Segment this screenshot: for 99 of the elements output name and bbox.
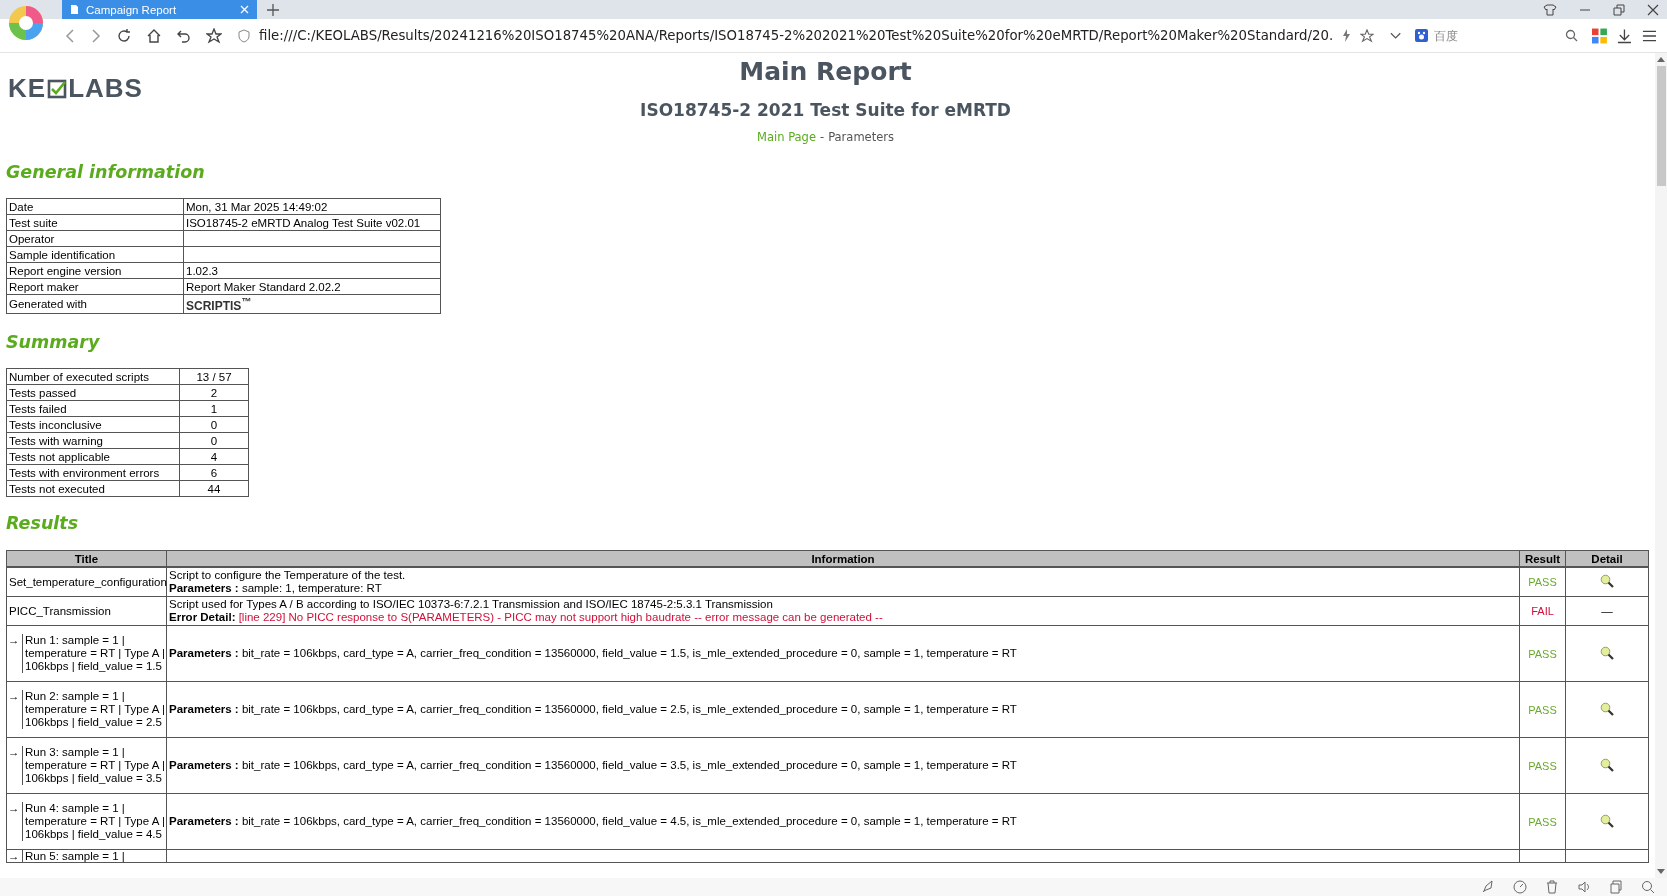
column-header: Detail — [1565, 550, 1649, 567]
table-cell: 2 — [179, 384, 249, 401]
trash-icon[interactable] — [1545, 880, 1559, 894]
table-cell: Tests inconclusive — [6, 416, 180, 433]
menu-icon[interactable] — [1642, 28, 1657, 43]
table-cell: 13 / 57 — [179, 368, 249, 385]
star-icon[interactable] — [1360, 28, 1375, 43]
section-heading: Summary — [6, 332, 101, 354]
speaker-icon[interactable] — [1577, 880, 1591, 894]
report-title: Main Report — [738, 57, 913, 86]
table-cell: 0 — [179, 432, 249, 449]
table-cell: Operator — [6, 230, 184, 247]
info-note: Parameters : bit_rate = 106kbps, card_type = A, carrier_freq_condition = 13560000, field_value = 4.5, is_mle_extended_procedure = 0, sample = 1, temperature = RT — [169, 815, 1018, 828]
table-cell: Tests with environment errors — [6, 464, 180, 481]
reload-icon[interactable] — [116, 27, 132, 44]
star-icon[interactable] — [206, 27, 222, 44]
table-cell: PICC_Transmission — [6, 596, 167, 626]
new-tab-icon[interactable] — [267, 3, 279, 16]
magnifier-icon[interactable] — [1600, 813, 1614, 828]
paw-icon — [1415, 29, 1429, 42]
scroll-up-icon[interactable] — [1657, 57, 1665, 62]
table-cell: Report maker — [6, 278, 184, 295]
page-icon — [70, 4, 79, 15]
shield-icon — [238, 28, 250, 43]
magnifier-icon[interactable] — [1600, 757, 1614, 772]
table-cell: 4 — [179, 448, 249, 465]
home-icon[interactable] — [146, 27, 162, 44]
restore-icon[interactable] — [1613, 3, 1625, 16]
table-cell: 0 — [179, 416, 249, 433]
scrollbar-thumb[interactable] — [1656, 66, 1666, 186]
table-cell: 6 — [179, 464, 249, 481]
window-icon[interactable] — [1609, 880, 1623, 894]
script-description: Script used for Types A / B according to ISO/IEC 10373-6:7.2.1 Transmission and ISO/IEC 18745-2:5.3.1 Transmission — [169, 598, 774, 611]
gauge-icon[interactable] — [1513, 880, 1527, 894]
search-icon[interactable] — [1565, 29, 1579, 42]
arrow-glyph: → — [7, 801, 23, 842]
close-icon[interactable] — [1647, 3, 1659, 16]
download-icon[interactable] — [1617, 27, 1633, 44]
table-cell: 1 — [179, 400, 249, 417]
table-cell: Report Maker Standard 2.02.2 — [183, 278, 441, 295]
table-cell: 44 — [179, 480, 249, 497]
table-cell: Tests passed — [6, 384, 180, 401]
info-note: Parameters : bit_rate = 106kbps, card_type = A, carrier_freq_condition = 13560000, field_value = 1.5, is_mle_extended_procedure = 0, sample = 1, temperature = RT — [169, 647, 1018, 660]
table-cell: Sample identification — [6, 246, 184, 263]
lightning-icon[interactable] — [1342, 29, 1352, 42]
keolabs-logo: KE LABS — [8, 73, 143, 104]
run-title: Run 3: sample = 1 | temperature = RT | Type A | 106kbps | field_value = 3.5 — [24, 745, 166, 786]
table-cell: Report engine version — [6, 262, 184, 279]
magnifier-icon[interactable] — [1600, 574, 1614, 588]
scriptis-logo: SCRIPTIS$^{™}$ — [183, 294, 441, 314]
forward-icon[interactable] — [90, 28, 102, 43]
back-icon[interactable] — [64, 28, 76, 43]
arrow-glyph: → — [7, 633, 23, 674]
shirt-icon[interactable] — [1543, 3, 1557, 16]
table-cell: Mon, 31 Mar 2025 14:49:02 — [183, 198, 441, 215]
info-note: Parameters : bit_rate = 106kbps, card_type = A, carrier_freq_condition = 13560000, field_value = 3.5, is_mle_extended_procedure = 0, sample = 1, temperature = RT — [169, 759, 1018, 772]
script-description: Script to configure the Temperature of the test. — [169, 569, 407, 582]
result-status: PASS — [1528, 815, 1557, 828]
column-header: Result — [1519, 550, 1566, 567]
run-title: Run 1: sample = 1 | temperature = RT | Type A | 106kbps | field_value = 1.5 — [24, 633, 166, 674]
table-cell: Tests failed — [6, 400, 180, 417]
column-header: Title — [6, 550, 167, 567]
result-status: PASS — [1528, 647, 1557, 660]
dropdown-icon[interactable] — [1390, 31, 1402, 40]
table-cell: 1.02.3 — [183, 262, 441, 279]
dash-glyph: — — [1601, 605, 1613, 617]
result-status: FAIL — [1531, 605, 1554, 617]
arrow-glyph: → — [7, 745, 23, 786]
result-status: PASS — [1528, 703, 1557, 716]
report-subtitle: ISO18745-2 2021 Test Suite for eMRTD — [639, 100, 1012, 120]
run-title: Run 4: sample = 1 | temperature = RT | Type A | 106kbps | field_value = 4.5 — [24, 801, 166, 842]
result-status: PASS — [1528, 576, 1557, 588]
result-status: PASS — [1528, 759, 1557, 772]
magnifier-icon[interactable] — [1600, 645, 1614, 660]
info-note: Parameters : sample: 1, temperature: RT — [169, 582, 383, 595]
magnifier-icon[interactable] — [1600, 701, 1614, 716]
table-cell: ISO18745-2 eMRTD Analog Test Suite v02.01 — [183, 214, 441, 231]
apps-icon[interactable] — [1592, 27, 1608, 44]
arrow-glyph: → — [7, 689, 23, 730]
address-field[interactable]: file:///C:/KEOLABS/Results/20241216%20ISO18745%20ANA/Reports/ISO18745-2%202021%20Test%20Suite%20for%20eMRTD/Report%20Maker%20Standard/20. — [232, 23, 1381, 48]
table-cell: Tests not applicable — [6, 448, 180, 465]
info-note: Error Detail: [line 229] No PICC response to S(PARAMETERS) - PICC may not support high baudrate -- error message can be generated -- — [169, 611, 884, 624]
table-cell: Generated with — [6, 294, 184, 314]
table-cell: Test suite — [6, 214, 184, 231]
table-cell: Date — [6, 198, 184, 215]
arrow-glyph: → — [7, 850, 23, 862]
run-title: Run 2: sample = 1 | temperature = RT | Type A | 106kbps | field_value = 2.5 — [24, 689, 166, 730]
table-cell: Tests with warning — [6, 432, 180, 449]
search-icon[interactable] — [1641, 880, 1655, 894]
section-heading: Results — [6, 513, 80, 535]
parameters-link[interactable]: Parameters — [828, 130, 894, 144]
table-cell: Tests not executed — [6, 480, 180, 497]
column-header: Information — [166, 550, 1520, 567]
link-separator: - — [820, 130, 825, 144]
scroll-down-icon[interactable] — [1657, 869, 1665, 874]
run-title: Run 5: sample = 1 | — [24, 850, 125, 862]
info-note: Parameters : bit_rate = 106kbps, card_type = A, carrier_freq_condition = 13560000, field_value = 2.5, is_mle_extended_procedure = 0, sample = 1, temperature = RT — [169, 703, 1018, 716]
section-heading: General information — [6, 162, 206, 184]
table-cell: Number of executed scripts — [6, 368, 180, 385]
